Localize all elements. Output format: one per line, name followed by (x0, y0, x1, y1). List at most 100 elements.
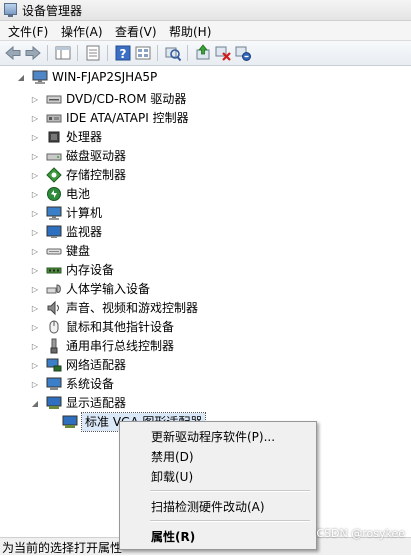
tree-category-memory[interactable]: ▷ 内存设备 (30, 261, 114, 279)
tree-category-ide[interactable]: ▷ IDE ATA/ATAPI 控制器 (30, 109, 189, 127)
menu-disable[interactable]: 禁用(D) (120, 445, 316, 465)
expand-arrow-icon[interactable]: ▷ (30, 299, 40, 317)
storage-controller-icon (46, 167, 62, 183)
tree-category-label: 显示适配器 (66, 396, 127, 410)
tree-category-label: 键盘 (66, 244, 91, 258)
menu-item-label: 扫描检测硬件改动(A) (151, 500, 265, 514)
display-adapter-icon (62, 415, 78, 428)
mouse-icon (49, 320, 59, 334)
tree-category-label: 磁盘驱动器 (66, 149, 127, 163)
menu-properties[interactable]: 属性(R) (120, 525, 316, 545)
tree-category-label: 内存设备 (66, 263, 115, 277)
tree-category-label: IDE ATA/ATAPI 控制器 (66, 111, 189, 125)
hid-icon (46, 284, 61, 294)
tree-category-computer[interactable]: ▷ 计算机 (30, 204, 102, 222)
tree-category-label: 监视器 (66, 225, 103, 239)
menu-item-label: 更新驱动程序软件(P)... (151, 430, 276, 444)
menu-help[interactable]: 帮助(H) (169, 23, 211, 40)
tree-category-label: 系统设备 (66, 377, 115, 391)
toolbar: ? (0, 41, 411, 66)
tree-category-label: 计算机 (66, 206, 103, 220)
tree-category-sound[interactable]: ▷ 声音、视频和游戏控制器 (30, 299, 198, 317)
collapse-arrow-icon[interactable]: ◢ (16, 68, 26, 86)
tree-root-label: WIN-FJAP2SJHA5P (52, 70, 158, 84)
properties-icon[interactable] (84, 44, 102, 62)
title-bar: 设备管理器 (0, 0, 411, 21)
menu-item-label: 卸载(U) (151, 470, 194, 484)
tree-category-label: 存储控制器 (66, 168, 127, 182)
tree-category-label: 通用串行总线控制器 (66, 339, 175, 353)
tree-category-label: 鼠标和其他指针设备 (66, 320, 175, 334)
computer-icon (32, 70, 48, 84)
tree-category-system[interactable]: ▷ 系统设备 (30, 375, 114, 393)
expand-arrow-icon[interactable]: ▷ (30, 375, 40, 393)
collapse-arrow-icon[interactable]: ◢ (30, 394, 40, 412)
scan-hardware-icon[interactable] (164, 44, 182, 62)
view-icon[interactable] (134, 44, 152, 62)
ide-controller-icon (46, 114, 62, 123)
menu-uninstall[interactable]: 卸载(U) (120, 465, 316, 485)
expand-arrow-icon[interactable]: ▷ (30, 318, 40, 336)
menu-bar: 文件(F) 操作(A) 查看(V) 帮助(H) (0, 21, 411, 41)
expand-arrow-icon[interactable]: ▷ (30, 128, 40, 146)
expand-arrow-icon[interactable]: ▷ (30, 242, 40, 260)
toolbar-separator (187, 45, 188, 61)
window-title: 设备管理器 (22, 4, 83, 18)
tree-root[interactable]: ◢ WIN-FJAP2SJHA5P (16, 68, 157, 86)
expand-arrow-icon[interactable]: ▷ (30, 147, 40, 165)
update-driver-icon[interactable] (194, 44, 212, 62)
tree-category-disk[interactable]: ▷ 磁盘驱动器 (30, 147, 126, 165)
svg-text:?: ? (120, 47, 127, 61)
expand-arrow-icon[interactable]: ▷ (30, 185, 40, 203)
expand-arrow-icon[interactable]: ▷ (30, 223, 40, 241)
usb-icon (50, 338, 58, 354)
tree-category-monitor[interactable]: ▷ 监视器 (30, 223, 102, 241)
expand-arrow-icon[interactable]: ▷ (30, 109, 40, 127)
tree-category-display[interactable]: ◢ 显示适配器 (30, 394, 126, 412)
tree-category-keyboard[interactable]: ▷ 键盘 (30, 242, 90, 260)
menu-view[interactable]: 查看(V) (115, 23, 157, 40)
expand-arrow-icon[interactable]: ▷ (30, 166, 40, 184)
tree-category-storage[interactable]: ▷ 存储控制器 (30, 166, 126, 184)
show-hide-tree-icon[interactable] (54, 44, 72, 62)
menu-scan-hardware[interactable]: 扫描检测硬件改动(A) (120, 495, 316, 515)
uninstall-device-icon[interactable] (234, 44, 252, 62)
tree-category-battery[interactable]: ▷ 电池 (30, 185, 90, 203)
expand-arrow-icon[interactable]: ▷ (30, 204, 40, 222)
network-adapter-icon (46, 358, 62, 372)
tree-category-usb[interactable]: ▷ 通用串行总线控制器 (30, 337, 174, 355)
back-arrow-icon[interactable] (4, 44, 22, 62)
monitor-icon (46, 225, 62, 238)
menu-item-label: 属性(R) (151, 530, 196, 544)
forward-arrow-icon[interactable] (24, 44, 42, 62)
device-manager-icon (4, 3, 17, 17)
watermark: CSDN @rosykee (316, 527, 405, 540)
tree-category-hid[interactable]: ▷ 人体学输入设备 (30, 280, 150, 298)
menu-action[interactable]: 操作(A) (61, 23, 103, 40)
memory-icon (46, 267, 62, 274)
tree-category-dvd[interactable]: ▷ DVD/CD-ROM 驱动器 (30, 90, 187, 108)
tree-category-label: 电池 (66, 187, 91, 201)
expand-arrow-icon[interactable]: ▷ (30, 261, 40, 279)
help-icon[interactable]: ? (114, 44, 132, 62)
expand-arrow-icon[interactable]: ▷ (30, 90, 40, 108)
toolbar-separator (157, 45, 158, 61)
sound-icon (47, 300, 59, 316)
menu-update-driver[interactable]: 更新驱动程序软件(P)... (120, 425, 316, 445)
battery-icon (47, 187, 61, 201)
disk-drive-icon (46, 153, 62, 161)
expand-arrow-icon[interactable]: ▷ (30, 337, 40, 355)
keyboard-icon (46, 248, 62, 255)
computer-icon (46, 206, 62, 220)
display-adapter-icon (46, 396, 62, 409)
expand-arrow-icon[interactable]: ▷ (30, 356, 40, 374)
tree-category-label: 人体学输入设备 (66, 282, 151, 296)
disable-device-icon[interactable] (214, 44, 232, 62)
expand-arrow-icon[interactable]: ▷ (30, 280, 40, 298)
tree-category-network[interactable]: ▷ 网络适配器 (30, 356, 126, 374)
tree-category-processor[interactable]: ▷ 处理器 (30, 128, 102, 146)
toolbar-separator (107, 45, 108, 61)
tree-category-label: DVD/CD-ROM 驱动器 (66, 92, 187, 106)
tree-category-mouse[interactable]: ▷ 鼠标和其他指针设备 (30, 318, 174, 336)
menu-file[interactable]: 文件(F) (8, 23, 48, 40)
